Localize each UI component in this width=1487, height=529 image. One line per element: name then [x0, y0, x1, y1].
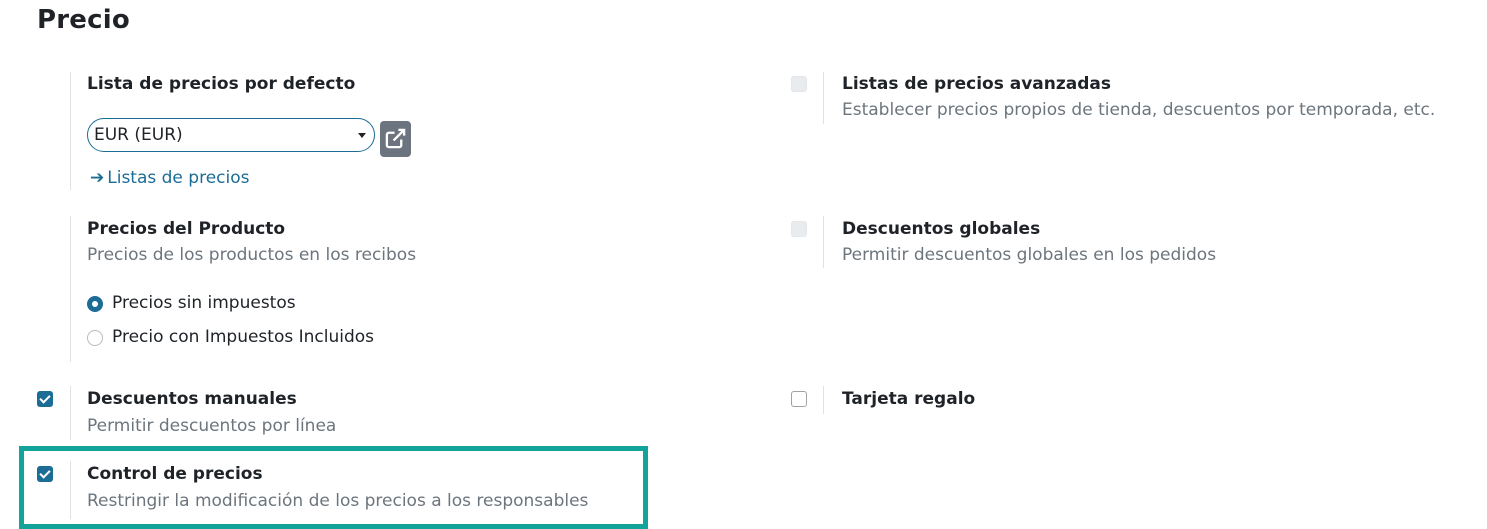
pricelists-link-label: Listas de precios	[107, 168, 250, 188]
divider	[70, 216, 71, 362]
external-link-button[interactable]	[380, 121, 411, 157]
pricelists-link[interactable]: ➔ Listas de precios	[90, 168, 250, 188]
divider	[823, 216, 824, 268]
advanced-pricelists-checkbox[interactable]	[791, 76, 807, 92]
arrow-right-icon: ➔	[90, 168, 105, 188]
global-discounts-checkbox[interactable]	[791, 221, 807, 237]
divider	[823, 386, 824, 414]
radio-label: Precio con Impuestos Incluidos	[112, 327, 375, 347]
advanced-pricelists-description: Establecer precios propios de tienda, de…	[842, 100, 1436, 120]
radio-label: Precios sin impuestos	[112, 293, 296, 313]
global-discounts-description: Permitir descuentos globales en los pedi…	[842, 245, 1217, 265]
divider	[823, 72, 824, 124]
external-link-icon	[385, 128, 406, 149]
manual-discounts-description: Permitir descuentos por línea	[87, 416, 337, 436]
highlight-frame	[19, 446, 648, 529]
global-discounts-title: Descuentos globales	[842, 219, 1041, 239]
manual-discounts-title: Descuentos manuales	[87, 389, 297, 409]
divider	[70, 72, 71, 190]
advanced-pricelists-title: Listas de precios avanzadas	[842, 74, 1111, 94]
gift-card-checkbox[interactable]	[791, 391, 807, 407]
pricelist-select-value: EUR (EUR)	[94, 125, 183, 145]
product-prices-title: Precios del Producto	[87, 219, 286, 239]
radio-prices-without-tax[interactable]	[87, 296, 103, 312]
radio-prices-tax-included[interactable]	[87, 330, 103, 346]
product-prices-description: Precios de los productos en los recibos	[87, 245, 417, 265]
chevron-down-icon	[358, 133, 366, 138]
divider	[70, 386, 71, 440]
pricelist-select[interactable]: EUR (EUR)	[87, 118, 375, 152]
section-title: Precio	[37, 5, 130, 35]
manual-discounts-checkbox[interactable]	[37, 391, 53, 407]
gift-card-title: Tarjeta regalo	[842, 389, 976, 409]
default-pricelist-title: Lista de precios por defecto	[87, 74, 356, 94]
